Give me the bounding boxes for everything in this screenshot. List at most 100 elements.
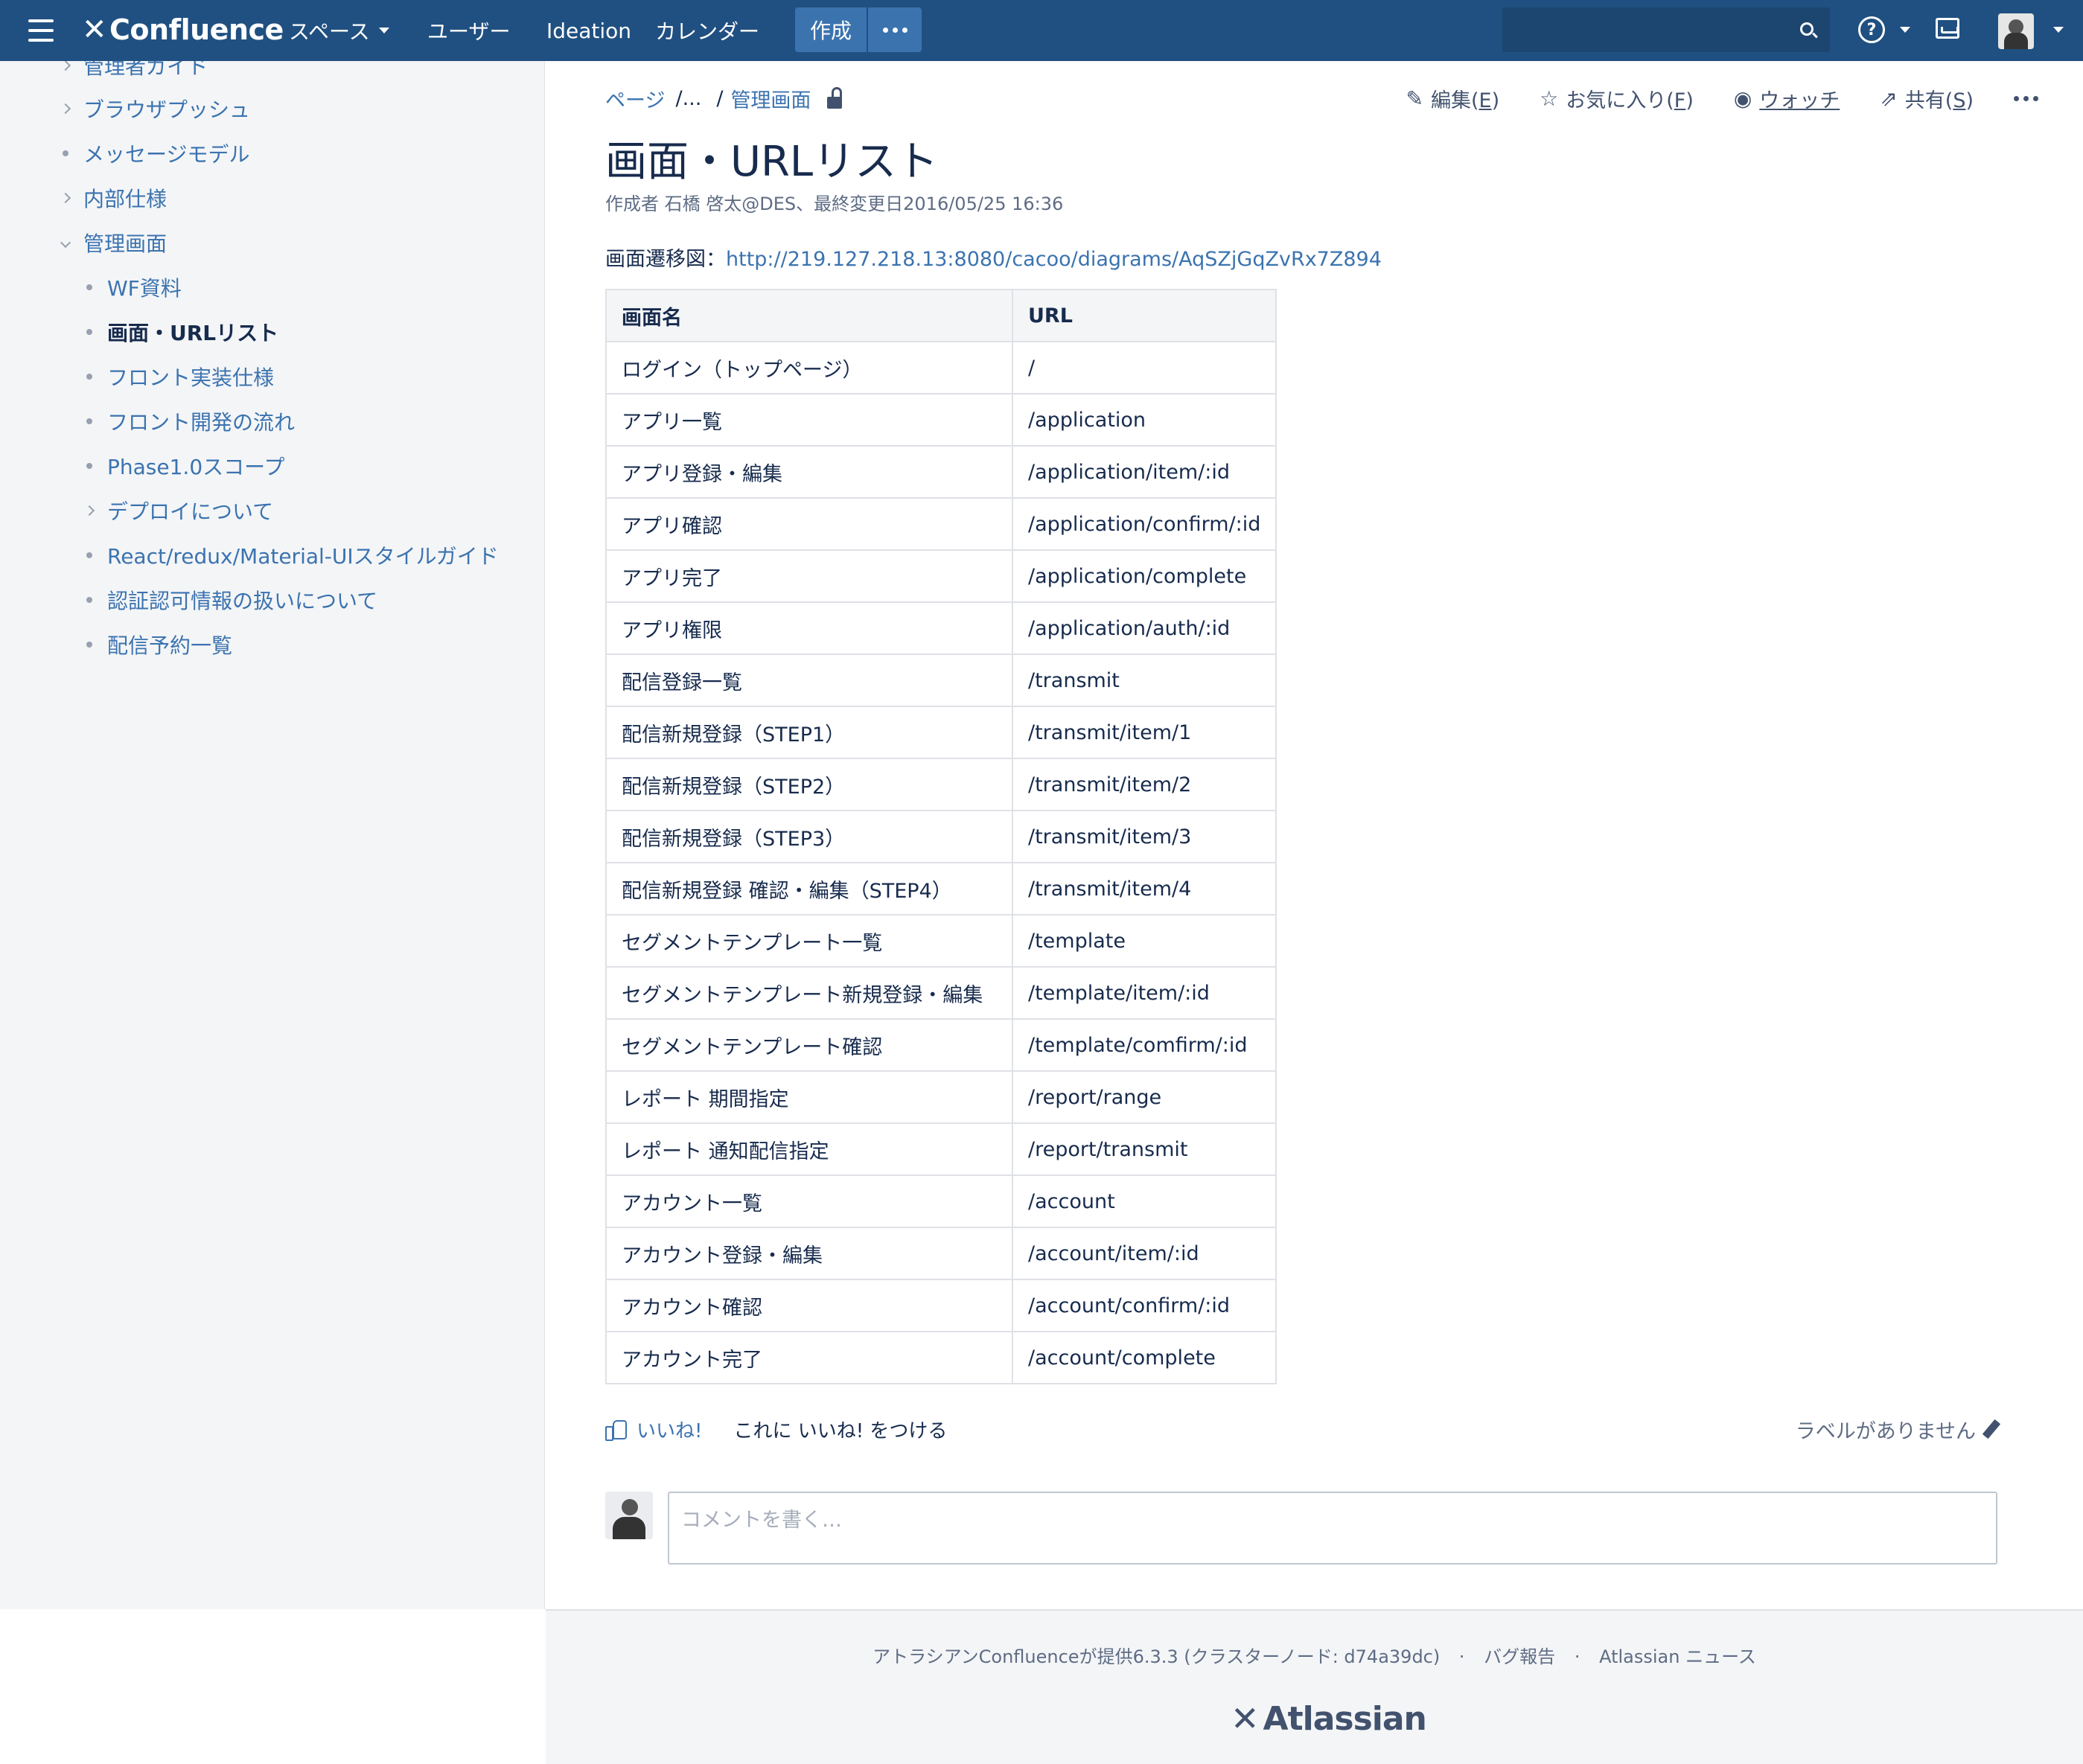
url-cell: /application/auth/:id — [1011, 601, 1277, 655]
chevron-right-icon[interactable] — [57, 103, 74, 115]
page-tree: 管理者ガイドブラウザプッシュ メッセージモデル内部仕様 管理画面 WF資料 画面・URL… — [0, 61, 543, 679]
sidebar-item[interactable]: ブラウザプッシュ — [60, 88, 251, 130]
sidebar-item-label: メッセージモデル — [83, 142, 250, 167]
table-row: アカウント一覧/account — [605, 1175, 1277, 1228]
screen-name-cell: レポート 期間指定 — [605, 1070, 1013, 1124]
search-input[interactable] — [1502, 7, 1830, 52]
breadcrumb-pages-link[interactable]: ページ — [605, 84, 665, 113]
nav-calendar[interactable]: カレンダー — [655, 13, 759, 48]
table-row: アプリ完了/application/complete — [605, 549, 1277, 603]
breadcrumb-parent-link[interactable]: 管理画面 — [730, 84, 811, 113]
user-avatar[interactable] — [1998, 13, 2034, 49]
create-button[interactable]: 作成 — [795, 7, 867, 52]
more-actions-button[interactable] — [2014, 95, 2038, 101]
page-actions: ✎ 編集(E) ☆ お気に入り(F) ◉ ウォッチ ⇗ 共有(S) — [1406, 83, 2038, 113]
bullet-icon — [80, 642, 98, 648]
screen-name-cell: アカウント登録・編集 — [605, 1227, 1013, 1280]
url-cell: /application/complete — [1011, 549, 1277, 603]
comment-input[interactable]: コメントを書く… — [668, 1492, 1997, 1565]
footer-bug-report-link[interactable]: バグ報告 — [1484, 1646, 1555, 1667]
help-icon[interactable]: ? — [1858, 16, 1885, 43]
url-cell: /account/complete — [1011, 1331, 1277, 1384]
sidebar-item[interactable]: React/redux/Material-UIスタイルガイド — [86, 534, 499, 576]
bullet-icon — [57, 150, 74, 156]
url-cell: /transmit/item/2 — [1011, 758, 1277, 811]
sidebar-item[interactable]: 認証認可情報の扱いについて — [86, 579, 378, 621]
url-cell: /account/confirm/:id — [1011, 1279, 1277, 1332]
sidebar-item[interactable]: フロント開発の流れ — [86, 400, 296, 442]
confluence-x-icon: ✕ — [82, 13, 107, 47]
chevron-right-icon[interactable] — [80, 505, 98, 517]
edit-button[interactable]: ✎ 編集(E) — [1406, 84, 1500, 113]
help-chevron-down-icon[interactable] — [1900, 27, 1910, 33]
sidebar-item-label: Phase1.0スコープ — [107, 455, 285, 479]
bullet-icon — [80, 463, 98, 469]
nav-users[interactable]: ユーザー — [427, 13, 510, 48]
unlock-icon[interactable] — [826, 87, 846, 109]
url-cell: /transmit/item/3 — [1011, 810, 1277, 863]
thumbs-up-icon[interactable] — [605, 1419, 627, 1441]
screen-url-table: 画面名 URL ログイン（トップページ） / アプリ一覧/application アプ… — [605, 289, 1277, 1384]
sidebar-item-label: フロント開発の流れ — [107, 410, 296, 435]
sidebar-item[interactable]: WF資料 — [86, 266, 182, 308]
url-cell: /report/range — [1011, 1070, 1277, 1124]
bullet-icon — [80, 374, 98, 380]
sidebar-item-label: ブラウザプッシュ — [83, 98, 251, 122]
share-button[interactable]: ⇗ 共有(S) — [1880, 84, 1974, 113]
bullet-icon — [80, 597, 98, 603]
url-cell: /template/comfirm/:id — [1011, 1018, 1277, 1072]
table-row: アプリ権限/application/auth/:id — [605, 601, 1277, 655]
notifications-inbox-icon[interactable] — [1936, 18, 1959, 39]
diagram-link[interactable]: http://219.127.218.13:8080/cacoo/diagram… — [726, 248, 1382, 271]
nav-ideation[interactable]: Ideation — [546, 13, 631, 48]
atlassian-logo[interactable]: ✕ Atlassian — [1231, 1699, 1427, 1739]
nav-spaces[interactable]: スペース — [289, 13, 389, 48]
chevron-right-icon[interactable] — [57, 192, 74, 204]
confluence-logo[interactable]: ✕ Confluence — [82, 10, 284, 49]
sidebar-item[interactable]: 配信予約一覧 — [86, 624, 232, 665]
menu-icon[interactable] — [28, 19, 54, 42]
table-row: アプリ確認/application/confirm/:id — [605, 497, 1277, 551]
confluence-logo-text: Confluence — [109, 13, 284, 46]
edit-labels-pencil-icon[interactable] — [1982, 1419, 2001, 1439]
like-link[interactable]: いいね! — [637, 1416, 702, 1443]
sidebar-item[interactable]: アプリケーション情報更新時の挙動 — [107, 668, 440, 679]
pencil-icon: ✎ — [1406, 86, 1423, 111]
screen-name-cell: アプリ確認 — [605, 497, 1013, 551]
footer-links: アトラシアンConfluenceが提供6.3.3 (クラスターノード: d74a… — [546, 1642, 2083, 1668]
user-menu-chevron-down-icon[interactable] — [2053, 27, 2064, 33]
sidebar-item[interactable]: メッセージモデル — [63, 132, 250, 174]
sidebar-item[interactable]: Phase1.0スコープ — [86, 445, 285, 487]
sidebar-item[interactable]: 画面・URLリスト — [86, 311, 278, 353]
footer-powered-by[interactable]: アトラシアンConfluenceが提供6.3.3 (クラスターノード: d74a… — [873, 1646, 1440, 1667]
diagram-line: 画面遷移図：http://219.127.218.13:8080/cacoo/d… — [605, 243, 1382, 272]
sidebar-item-label: 認証認可情報の扱いについて — [107, 589, 378, 613]
screen-name-cell: アカウント完了 — [605, 1331, 1013, 1384]
create-more-button[interactable] — [868, 7, 922, 52]
table-row: アカウント完了/account/complete — [605, 1331, 1277, 1384]
chevron-down-icon[interactable] — [57, 237, 74, 249]
table-row: 配信新規登録 確認・編集（STEP4）/transmit/item/4 — [605, 862, 1277, 915]
table-header-screen-name: 画面名 — [605, 289, 1013, 342]
url-cell: / — [1011, 341, 1277, 394]
footer-atlassian-news-link[interactable]: Atlassian ニュース — [1599, 1646, 1756, 1667]
table-row: アカウント登録・編集/account/item/:id — [605, 1227, 1277, 1280]
sidebar-item[interactable]: 管理画面 — [60, 222, 167, 263]
sidebar-item[interactable]: 管理者ガイド — [60, 61, 208, 86]
url-cell: /report/transmit — [1011, 1122, 1277, 1176]
sidebar-item-label: アプリケーション情報更新時の挙動 — [107, 674, 440, 679]
sidebar-item[interactable]: デプロイについて — [83, 490, 274, 531]
search-icon — [1800, 22, 1814, 36]
url-cell: /transmit — [1011, 653, 1277, 707]
sidebar-item-label: デプロイについて — [107, 499, 274, 524]
watch-button[interactable]: ◉ ウォッチ — [1734, 84, 1840, 113]
chevron-right-icon[interactable] — [57, 61, 74, 71]
sidebar-item[interactable]: フロント実装仕様 — [86, 356, 274, 397]
favorite-button[interactable]: ☆ お気に入り(F) — [1540, 84, 1694, 113]
eye-icon: ◉ — [1733, 86, 1752, 111]
table-header-row: 画面名 URL — [605, 289, 1277, 342]
labels-empty-text: ラベルがありません — [1795, 1419, 1976, 1443]
sidebar-item[interactable]: 内部仕様 — [60, 177, 167, 219]
breadcrumb-ellipsis[interactable]: /... — [675, 87, 701, 110]
nav-users-label: ユーザー — [427, 19, 511, 44]
